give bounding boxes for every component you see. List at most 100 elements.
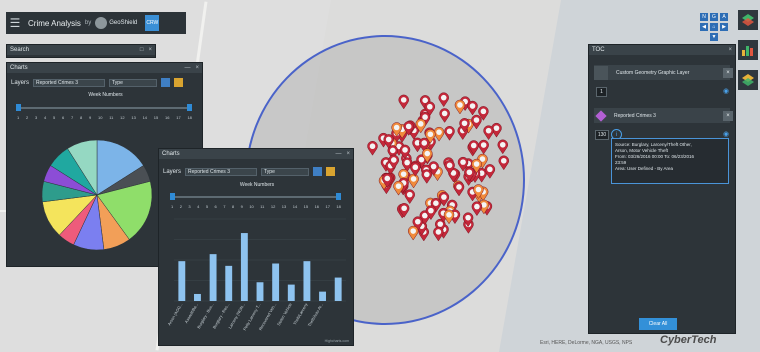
- layers-stack-icon[interactable]: [738, 10, 758, 30]
- tick-label: 14: [292, 204, 298, 209]
- bar[interactable]: [303, 261, 311, 301]
- crime-pin-icon: [465, 214, 471, 221]
- logo-text: GeoShield: [109, 20, 138, 26]
- crime-pin[interactable]: [467, 100, 478, 116]
- tick-label: 15: [303, 204, 309, 209]
- visibility-eye-icon[interactable]: ◉: [723, 87, 729, 95]
- crime-pin-icon: [417, 121, 424, 127]
- crw-badge[interactable]: CRW: [145, 15, 160, 31]
- crime-pin[interactable]: [408, 173, 419, 189]
- toc-layer-reported-crimes[interactable]: Reported Crimes 3: [594, 108, 730, 123]
- slider-handle-end[interactable]: [336, 193, 341, 200]
- crime-pin[interactable]: [398, 94, 409, 110]
- crime-pin[interactable]: [443, 209, 455, 225]
- tick-label: 1: [17, 115, 20, 120]
- nav-g-button[interactable]: G: [710, 13, 718, 21]
- visibility-eye-icon[interactable]: ◉: [723, 130, 729, 138]
- crime-pin[interactable]: [471, 114, 482, 130]
- minimize-icon[interactable]: —: [184, 65, 190, 71]
- crime-pin[interactable]: [421, 169, 433, 184]
- crime-pin[interactable]: [407, 225, 419, 241]
- crime-pin[interactable]: [444, 126, 455, 141]
- tick-label: 6: [62, 115, 65, 120]
- crime-pin-icon: [473, 161, 480, 167]
- tick-label: 1: [171, 204, 174, 209]
- nav-a-button[interactable]: A: [720, 13, 728, 21]
- crime-pin[interactable]: [438, 92, 449, 108]
- remove-layer-button[interactable]: ×: [723, 68, 733, 78]
- crime-pin[interactable]: [404, 189, 415, 205]
- crime-pin[interactable]: [433, 226, 444, 242]
- nav-down-arrow-icon[interactable]: ▼: [710, 33, 718, 41]
- crime-pin-icon: [385, 136, 392, 143]
- crime-pin-icon: [470, 142, 477, 149]
- bar-category-label: Theft/Larceny: [292, 302, 309, 326]
- crime-pin[interactable]: [497, 139, 508, 155]
- tick-label: 3: [35, 115, 38, 120]
- crime-pin[interactable]: [478, 139, 489, 155]
- bar[interactable]: [209, 254, 217, 301]
- layer-select[interactable]: Reported Crimes 3: [185, 167, 258, 176]
- bar[interactable]: [225, 265, 233, 301]
- tick-label: 13: [281, 204, 287, 209]
- bar[interactable]: [272, 263, 280, 301]
- chart-widget-icon[interactable]: [738, 40, 758, 60]
- minimize-icon[interactable]: —: [335, 151, 341, 157]
- week-slider[interactable]: [171, 196, 341, 198]
- crime-pin-icon: [441, 194, 447, 200]
- crime-pin[interactable]: [439, 108, 450, 123]
- crime-pin-icon: [474, 203, 480, 210]
- bar[interactable]: [319, 291, 326, 301]
- crime-pin-icon: [437, 221, 444, 227]
- crime-pin-icon: [480, 108, 487, 115]
- bar-chart-icon[interactable]: [174, 78, 184, 87]
- crime-pin[interactable]: [367, 140, 378, 156]
- toc-layer-custom-geometry[interactable]: Custom Geometry Graphic Layer: [594, 65, 730, 80]
- crime-pin[interactable]: [453, 181, 465, 197]
- pie-chart-icon[interactable]: [313, 167, 323, 176]
- tick-label: 15: [153, 115, 159, 120]
- crime-pin-icon: [390, 157, 397, 163]
- slider-handle-start[interactable]: [16, 104, 21, 111]
- close-icon[interactable]: ×: [346, 151, 350, 157]
- bar-chart-icon[interactable]: [326, 167, 336, 176]
- nav-left-arrow-icon[interactable]: ◀: [700, 23, 708, 31]
- week-slider[interactable]: [17, 107, 192, 109]
- close-icon[interactable]: ×: [148, 47, 152, 53]
- crime-pin-icon: [457, 102, 463, 108]
- bar[interactable]: [334, 277, 342, 301]
- nav-right-arrow-icon[interactable]: ▶: [720, 23, 728, 31]
- bar[interactable]: [240, 233, 248, 301]
- slider-handle-start[interactable]: [170, 193, 175, 200]
- clear-all-button[interactable]: Clear All: [639, 318, 677, 330]
- crime-pin[interactable]: [498, 155, 509, 171]
- layer-select[interactable]: Reported Crimes 3: [33, 78, 106, 87]
- crime-pin-icon: [423, 171, 430, 178]
- window-icon[interactable]: □: [140, 47, 144, 53]
- crime-pin-icon: [424, 150, 431, 157]
- nav-home-icon[interactable]: ⌂: [710, 23, 718, 31]
- bar[interactable]: [287, 284, 295, 301]
- crime-pin[interactable]: [454, 99, 466, 115]
- field-select[interactable]: Type: [261, 167, 310, 176]
- close-icon[interactable]: ×: [728, 47, 732, 53]
- crime-pin-icon: [418, 156, 425, 163]
- bar[interactable]: [256, 282, 264, 301]
- tick-label: 12: [120, 115, 125, 120]
- crime-pin[interactable]: [471, 201, 483, 217]
- field-select[interactable]: Type: [109, 78, 158, 87]
- hamburger-menu-icon[interactable]: ☰: [6, 12, 24, 34]
- pie-chart-icon[interactable]: [161, 78, 171, 87]
- toc-panel: TOC × Custom Geometry Graphic Layer × 1 …: [588, 44, 736, 334]
- crime-pin[interactable]: [483, 125, 494, 141]
- nav-n-button[interactable]: N: [700, 13, 708, 21]
- bar[interactable]: [178, 261, 186, 301]
- crime-pin[interactable]: [484, 164, 496, 179]
- map-attribution: Esri, HERE, DeLorme, NGA, USGS, NPS: [540, 340, 633, 346]
- crime-pin-icon: [441, 110, 448, 117]
- slider-handle-end[interactable]: [187, 104, 192, 111]
- toc-widget-icon[interactable]: [738, 70, 758, 90]
- remove-layer-button[interactable]: ×: [723, 111, 733, 121]
- bar[interactable]: [194, 293, 201, 301]
- close-icon[interactable]: ×: [195, 65, 199, 71]
